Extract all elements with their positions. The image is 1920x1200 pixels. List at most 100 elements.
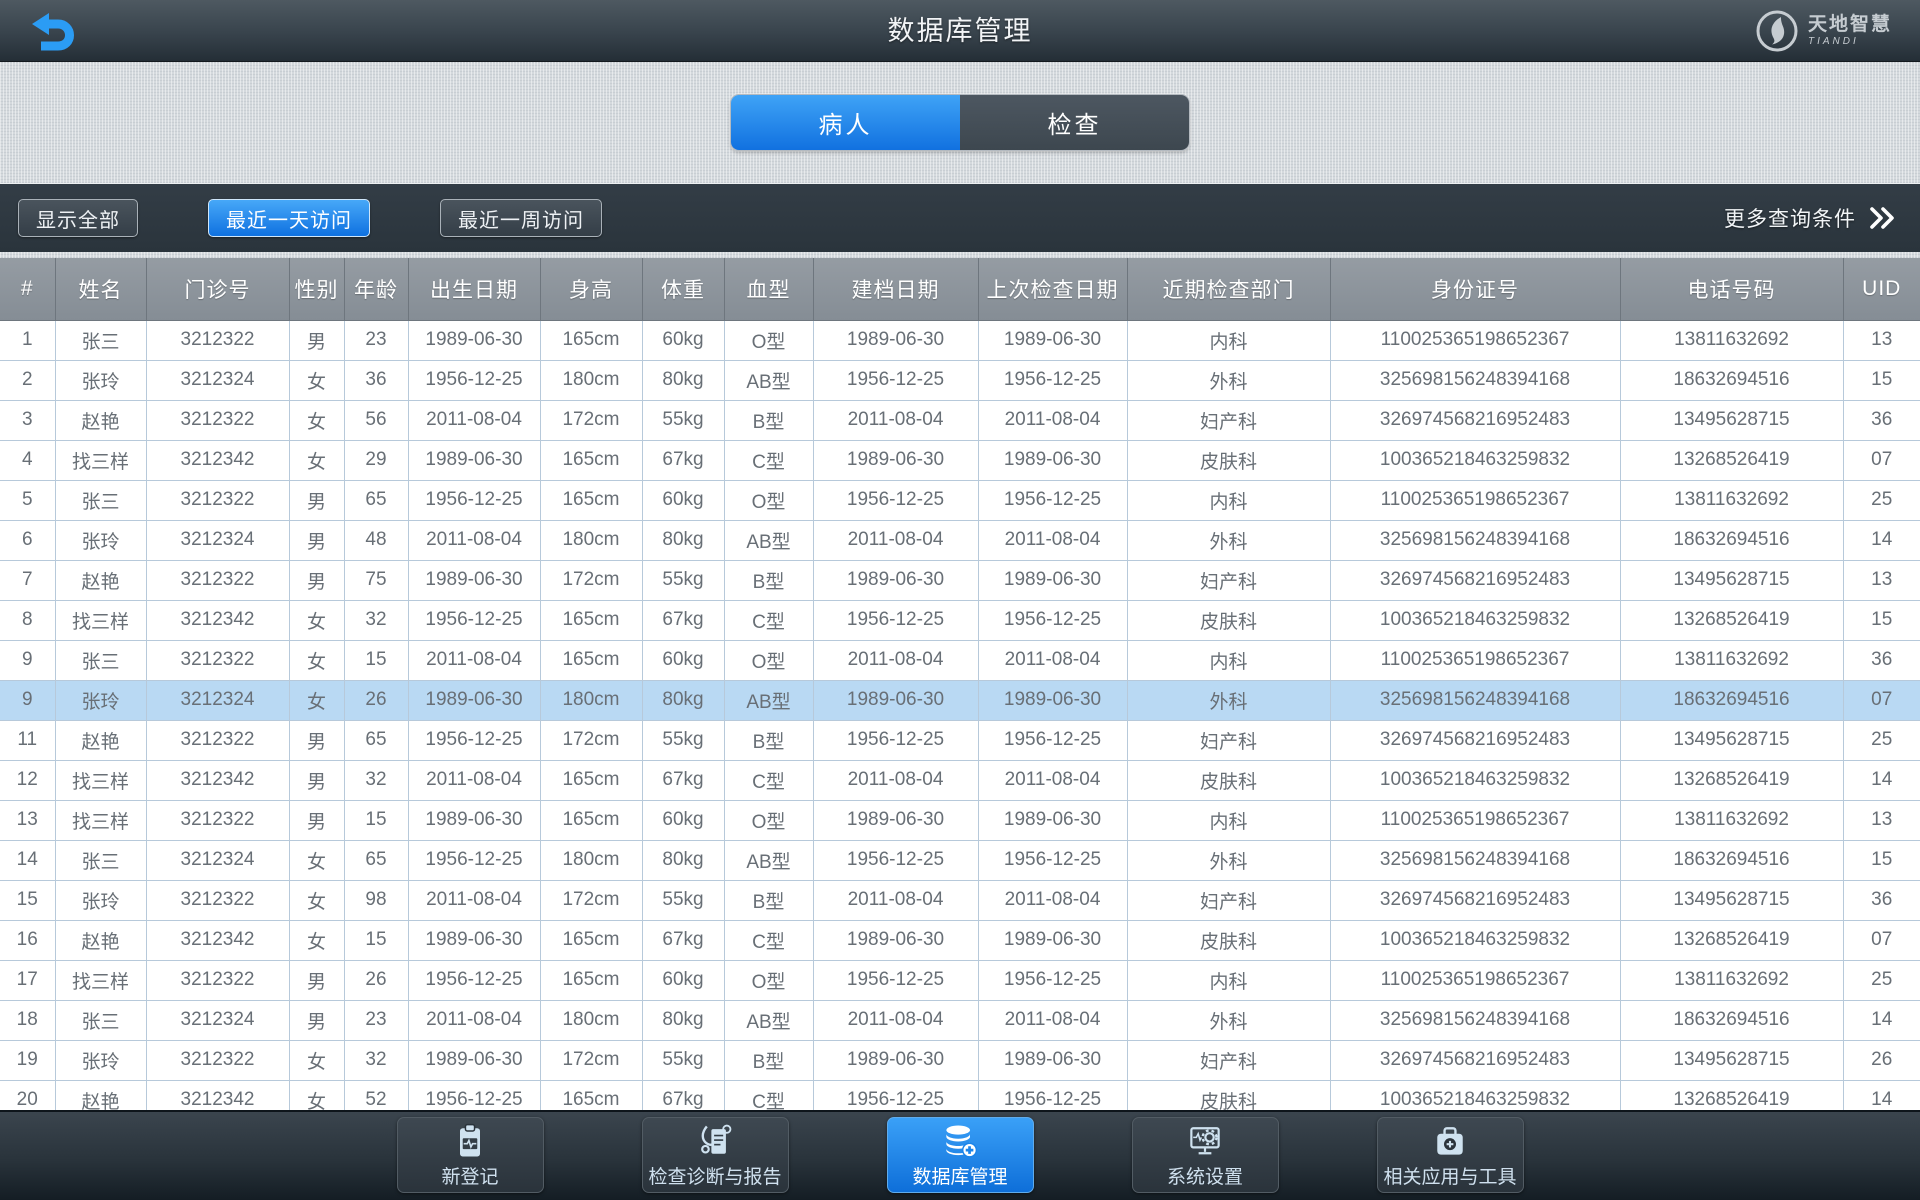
table-cell: C型 [723,760,814,801]
table-cell: 女 [288,1040,345,1081]
table-cell: 1989-06-30 [977,680,1128,721]
table-row[interactable]: 8 找三样 3212342 女 32 1956-12-25 165cm 67kg C型 1956-… [0,600,1920,641]
table-row[interactable]: 18 张三 3212324 男 23 2011-08-04 180cm 80kg AB型 2011… [0,1000,1920,1041]
table-cell: 36 [1842,400,1920,441]
table-cell: O型 [723,640,814,681]
table-cell: AB型 [723,680,814,721]
table-row[interactable]: 2 张玲 3212324 女 36 1956-12-25 180cm 80kg AB型 1956-… [0,360,1920,401]
table-cell: 52 [343,1080,409,1110]
table-cell: 13811632692 [1619,480,1844,521]
table-cell: 55kg [641,400,725,441]
table-cell: 56 [343,400,409,441]
table-row[interactable]: 13 找三样 3212322 男 15 1989-06-30 165cm 60kg O型 1989… [0,800,1920,841]
table-cell: 4 [0,440,56,481]
table-cell: 165cm [539,320,643,361]
table-cell: 外科 [1126,840,1331,881]
table-cell: 55kg [641,880,725,921]
table-cell: 1956-12-25 [977,1080,1128,1110]
table-cell: 13 [1842,800,1920,841]
filter-last-day-button[interactable]: 最近一天访问 [208,199,370,237]
table-cell: 3212322 [145,560,290,601]
table-row[interactable]: 17 找三样 3212322 男 26 1956-12-25 165cm 60kg O型 1956… [0,960,1920,1001]
table-cell: 25 [1842,480,1920,521]
record-type-tabs: 病人 检查 [730,94,1190,151]
nav-new-registration-button[interactable]: 新登记 [396,1117,544,1193]
table-row[interactable]: 9 张三 3212322 女 15 2011-08-04 165cm 60kg O型 2011-0… [0,640,1920,681]
table-row[interactable]: 16 赵艳 3212342 女 15 1989-06-30 165cm 67kg C型 1989-… [0,920,1920,961]
table-row[interactable]: 4 找三样 3212342 女 29 1989-06-30 165cm 67kg C型 1989-… [0,440,1920,481]
table-row[interactable]: 20 赵艳 3212342 女 52 1956-12-25 165cm 67kg C型 1956-… [0,1080,1920,1110]
tab-exams[interactable]: 检查 [960,95,1189,150]
column-header-recent-department: 近期检查部门 [1126,258,1331,321]
table-cell: 3212322 [145,880,290,921]
table-cell: 07 [1842,680,1920,721]
table-cell: 1989-06-30 [812,800,979,841]
table-body: 1 张三 3212322 男 23 1989-06-30 165cm 60kg O型 1989-0… [0,320,1920,1110]
nav-system-settings-button[interactable]: 系统设置 [1131,1117,1279,1193]
column-header-index: # [0,258,56,321]
table-row[interactable]: 14 张三 3212324 女 65 1956-12-25 180cm 80kg AB型 1956… [0,840,1920,881]
table-row[interactable]: 7 赵艳 3212322 男 75 1989-06-30 172cm 55kg B型 1989-0… [0,560,1920,601]
table-cell: 07 [1842,440,1920,481]
table-cell: 找三样 [54,600,147,641]
table-row[interactable]: 1 张三 3212322 男 23 1989-06-30 165cm 60kg O型 1989-0… [0,320,1920,361]
table-row[interactable]: 19 张玲 3212322 女 32 1989-06-30 172cm 55kg B型 1989-… [0,1040,1920,1081]
table-cell: 14 [1842,1000,1920,1041]
tab-patients[interactable]: 病人 [731,95,960,150]
table-cell: 1 [0,320,56,361]
filter-last-week-button[interactable]: 最近一周访问 [440,199,602,237]
table-cell: 女 [288,840,345,881]
table-cell: 1956-12-25 [407,360,541,401]
table-cell: AB型 [723,1000,814,1041]
nav-exam-diagnosis-report-button[interactable]: 检查诊断与报告 [641,1117,789,1193]
table-cell: B型 [723,880,814,921]
table-cell: 3212322 [145,640,290,681]
table-cell: 180cm [539,680,643,721]
table-row[interactable]: 12 找三样 3212342 男 32 2011-08-04 165cm 67kg C型 2011… [0,760,1920,801]
table-cell: 赵艳 [54,720,147,761]
table-cell: 110025365198652367 [1329,640,1621,681]
table-cell: 26 [343,960,409,1001]
table-row[interactable]: 15 张玲 3212322 女 98 2011-08-04 172cm 55kg B型 2011-… [0,880,1920,921]
table-row[interactable]: 9 张玲 3212324 女 26 1989-06-30 180cm 80kg AB型 1989-… [0,680,1920,721]
table-cell: 80kg [641,680,725,721]
table-cell: 内科 [1126,320,1331,361]
table-cell: 1956-12-25 [407,480,541,521]
table-cell: 皮肤科 [1126,440,1331,481]
more-criteria-button[interactable]: 更多查询条件 [1724,203,1896,233]
table-cell: 110025365198652367 [1329,480,1621,521]
table-row[interactable]: 6 张玲 3212324 男 48 2011-08-04 180cm 80kg AB型 2011-… [0,520,1920,561]
table-cell: AB型 [723,360,814,401]
filter-show-all-button[interactable]: 显示全部 [18,199,138,237]
table-cell: 20 [0,1080,56,1110]
toolkit-icon [1430,1122,1470,1160]
table-cell: 妇产科 [1126,560,1331,601]
table-cell: 1956-12-25 [812,960,979,1001]
table-cell: AB型 [723,520,814,561]
table-row[interactable]: 3 赵艳 3212322 女 56 2011-08-04 172cm 55kg B型 2011-0… [0,400,1920,441]
table-row[interactable]: 5 张三 3212322 男 65 1956-12-25 165cm 60kg O型 1956-1… [0,480,1920,521]
table-cell: 36 [343,360,409,401]
table-cell: 67kg [641,440,725,481]
nav-database-management-button[interactable]: 数据库管理 [886,1117,1034,1193]
table-cell: 13268526419 [1619,1080,1844,1110]
table-cell: 1956-12-25 [977,600,1128,641]
table-cell: 1989-06-30 [977,920,1128,961]
table-cell: 13811632692 [1619,800,1844,841]
column-header-clinic-no: 门诊号 [145,258,290,321]
table-cell: 1989-06-30 [977,1040,1128,1081]
table-cell: 1989-06-30 [407,560,541,601]
table-cell: 女 [288,920,345,961]
table-cell: 2011-08-04 [977,520,1128,561]
table-cell: 13268526419 [1619,600,1844,641]
table-cell: 3212324 [145,520,290,561]
table-cell: 165cm [539,760,643,801]
table-cell: 172cm [539,880,643,921]
table-cell: 165cm [539,480,643,521]
table-row[interactable]: 11 赵艳 3212322 男 65 1956-12-25 172cm 55kg B型 1956-… [0,720,1920,761]
table-cell: 67kg [641,1080,725,1110]
table-cell: 张玲 [54,680,147,721]
column-header-age: 年龄 [343,258,409,321]
table-cell: 325698156248394168 [1329,840,1621,881]
nav-related-apps-tools-button[interactable]: 相关应用与工具 [1376,1117,1524,1193]
